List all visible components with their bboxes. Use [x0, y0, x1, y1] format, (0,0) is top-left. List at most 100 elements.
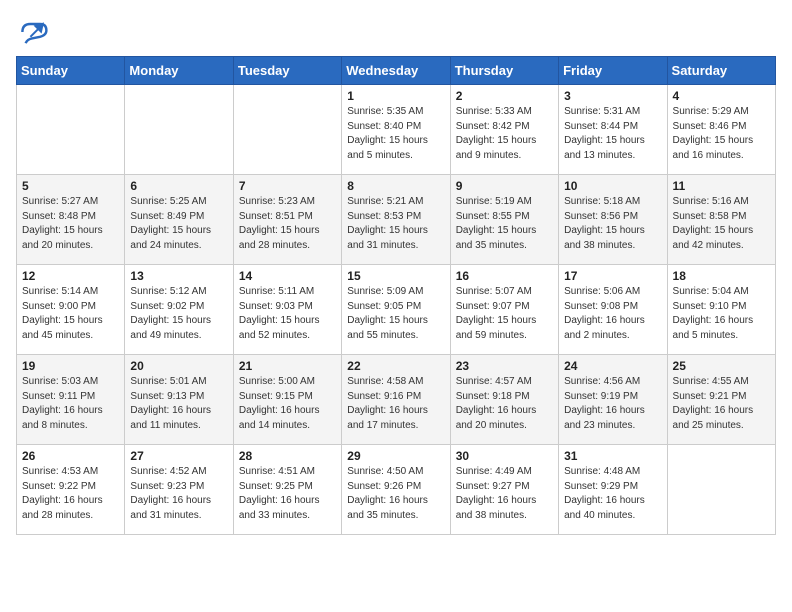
- weekday-header-monday: Monday: [125, 57, 233, 85]
- day-info: Sunrise: 5:09 AM Sunset: 9:05 PM Dayligh…: [347, 285, 444, 343]
- week-row-3: 12 Sunrise: 5:14 AM Sunset: 9:00 PM Dayli…: [17, 265, 776, 355]
- day-number: 19: [22, 359, 119, 373]
- day-number: 5: [22, 179, 119, 193]
- day-info: Sunrise: 4:50 AM Sunset: 9:26 PM Dayligh…: [347, 465, 444, 523]
- day-number: 15: [347, 269, 444, 283]
- day-info: Sunrise: 5:00 AM Sunset: 9:15 PM Dayligh…: [239, 375, 336, 433]
- day-info: Sunrise: 5:23 AM Sunset: 8:51 PM Dayligh…: [239, 195, 336, 253]
- day-info: Sunrise: 5:06 AM Sunset: 9:08 PM Dayligh…: [564, 285, 661, 343]
- day-info: Sunrise: 4:56 AM Sunset: 9:19 PM Dayligh…: [564, 375, 661, 433]
- day-info: Sunrise: 5:16 AM Sunset: 8:58 PM Dayligh…: [673, 195, 770, 253]
- calendar-cell: [233, 85, 341, 175]
- day-number: 18: [673, 269, 770, 283]
- day-number: 30: [456, 449, 553, 463]
- calendar-body: 1Sunrise: 5:35 AM Sunset: 8:40 PM Daylig…: [17, 85, 776, 535]
- calendar-cell: 10Sunrise: 5:18 AM Sunset: 8:56 PM Dayli…: [559, 175, 667, 265]
- calendar-cell: 12 Sunrise: 5:14 AM Sunset: 9:00 PM Dayli…: [17, 265, 125, 355]
- day-info: Sunrise: 5:27 AM Sunset: 8:48 PM Dayligh…: [22, 195, 119, 253]
- day-number: 14: [239, 269, 336, 283]
- day-number: 11: [673, 179, 770, 193]
- calendar-cell: 4 Sunrise: 5:29 AM Sunset: 8:46 PM Daylig…: [667, 85, 775, 175]
- day-number: 2: [456, 89, 553, 103]
- day-number: 21: [239, 359, 336, 373]
- weekday-header-wednesday: Wednesday: [342, 57, 450, 85]
- calendar-cell: 24 Sunrise: 4:56 AM Sunset: 9:19 PM Dayli…: [559, 355, 667, 445]
- day-number: 29: [347, 449, 444, 463]
- calendar-cell: 16 Sunrise: 5:07 AM Sunset: 9:07 PM Dayli…: [450, 265, 558, 355]
- calendar-cell: 9Sunrise: 5:19 AM Sunset: 8:55 PM Daylig…: [450, 175, 558, 265]
- day-info: Sunrise: 5:35 AM Sunset: 8:40 PM Dayligh…: [347, 105, 444, 163]
- calendar-cell: 21 Sunrise: 5:00 AM Sunset: 9:15 PM Dayli…: [233, 355, 341, 445]
- day-info: Sunrise: 5:33 AM Sunset: 8:42 PM Dayligh…: [456, 105, 553, 163]
- calendar-cell: 29 Sunrise: 4:50 AM Sunset: 9:26 PM Dayli…: [342, 445, 450, 535]
- weekday-header-thursday: Thursday: [450, 57, 558, 85]
- calendar-cell: 22 Sunrise: 4:58 AM Sunset: 9:16 PM Dayli…: [342, 355, 450, 445]
- day-number: 8: [347, 179, 444, 193]
- day-number: 7: [239, 179, 336, 193]
- day-number: 13: [130, 269, 227, 283]
- week-row-1: 1Sunrise: 5:35 AM Sunset: 8:40 PM Daylig…: [17, 85, 776, 175]
- day-info: Sunrise: 5:03 AM Sunset: 9:11 PM Dayligh…: [22, 375, 119, 433]
- calendar-cell: 11 Sunrise: 5:16 AM Sunset: 8:58 PM Dayli…: [667, 175, 775, 265]
- day-info: Sunrise: 5:07 AM Sunset: 9:07 PM Dayligh…: [456, 285, 553, 343]
- calendar-cell: 25 Sunrise: 4:55 AM Sunset: 9:21 PM Dayli…: [667, 355, 775, 445]
- day-info: Sunrise: 5:14 AM Sunset: 9:00 PM Dayligh…: [22, 285, 119, 343]
- day-number: 20: [130, 359, 227, 373]
- day-number: 23: [456, 359, 553, 373]
- day-number: 17: [564, 269, 661, 283]
- day-number: 3: [564, 89, 661, 103]
- calendar-cell: 8 Sunrise: 5:21 AM Sunset: 8:53 PM Daylig…: [342, 175, 450, 265]
- calendar-cell: 30 Sunrise: 4:49 AM Sunset: 9:27 PM Dayli…: [450, 445, 558, 535]
- day-info: Sunrise: 5:31 AM Sunset: 8:44 PM Dayligh…: [564, 105, 661, 163]
- calendar-cell: [125, 85, 233, 175]
- weekday-header-saturday: Saturday: [667, 57, 775, 85]
- calendar-cell: 15 Sunrise: 5:09 AM Sunset: 9:05 PM Dayli…: [342, 265, 450, 355]
- day-info: Sunrise: 5:18 AM Sunset: 8:56 PM Dayligh…: [564, 195, 661, 253]
- calendar-cell: 19 Sunrise: 5:03 AM Sunset: 9:11 PM Dayli…: [17, 355, 125, 445]
- week-row-4: 19 Sunrise: 5:03 AM Sunset: 9:11 PM Dayli…: [17, 355, 776, 445]
- day-info: Sunrise: 5:29 AM Sunset: 8:46 PM Dayligh…: [673, 105, 770, 163]
- day-number: 25: [673, 359, 770, 373]
- day-number: 26: [22, 449, 119, 463]
- day-number: 4: [673, 89, 770, 103]
- day-info: Sunrise: 4:57 AM Sunset: 9:18 PM Dayligh…: [456, 375, 553, 433]
- day-number: 27: [130, 449, 227, 463]
- calendar-cell: 2 Sunrise: 5:33 AM Sunset: 8:42 PM Daylig…: [450, 85, 558, 175]
- week-row-5: 26 Sunrise: 4:53 AM Sunset: 9:22 PM Dayli…: [17, 445, 776, 535]
- day-info: Sunrise: 5:11 AM Sunset: 9:03 PM Dayligh…: [239, 285, 336, 343]
- day-info: Sunrise: 4:51 AM Sunset: 9:25 PM Dayligh…: [239, 465, 336, 523]
- day-number: 12: [22, 269, 119, 283]
- calendar-cell: 3 Sunrise: 5:31 AM Sunset: 8:44 PM Daylig…: [559, 85, 667, 175]
- calendar-cell: 27Sunrise: 4:52 AM Sunset: 9:23 PM Dayli…: [125, 445, 233, 535]
- calendar-table: SundayMondayTuesdayWednesdayThursdayFrid…: [16, 56, 776, 535]
- day-number: 28: [239, 449, 336, 463]
- calendar-cell: 18 Sunrise: 5:04 AM Sunset: 9:10 PM Dayli…: [667, 265, 775, 355]
- calendar-cell: 31Sunrise: 4:48 AM Sunset: 9:29 PM Dayli…: [559, 445, 667, 535]
- calendar-cell: 5 Sunrise: 5:27 AM Sunset: 8:48 PM Daylig…: [17, 175, 125, 265]
- page-header: [16, 16, 776, 48]
- day-info: Sunrise: 4:49 AM Sunset: 9:27 PM Dayligh…: [456, 465, 553, 523]
- day-info: Sunrise: 5:21 AM Sunset: 8:53 PM Dayligh…: [347, 195, 444, 253]
- day-number: 24: [564, 359, 661, 373]
- logo: [16, 16, 52, 48]
- day-info: Sunrise: 4:53 AM Sunset: 9:22 PM Dayligh…: [22, 465, 119, 523]
- day-number: 22: [347, 359, 444, 373]
- calendar-cell: [667, 445, 775, 535]
- calendar-cell: 7 Sunrise: 5:23 AM Sunset: 8:51 PM Daylig…: [233, 175, 341, 265]
- weekday-header-sunday: Sunday: [17, 57, 125, 85]
- day-number: 31: [564, 449, 661, 463]
- day-info: Sunrise: 5:19 AM Sunset: 8:55 PM Dayligh…: [456, 195, 553, 253]
- calendar-cell: 28 Sunrise: 4:51 AM Sunset: 9:25 PM Dayli…: [233, 445, 341, 535]
- week-row-2: 5 Sunrise: 5:27 AM Sunset: 8:48 PM Daylig…: [17, 175, 776, 265]
- calendar-cell: 23 Sunrise: 4:57 AM Sunset: 9:18 PM Dayli…: [450, 355, 558, 445]
- calendar-cell: 20Sunrise: 5:01 AM Sunset: 9:13 PM Dayli…: [125, 355, 233, 445]
- day-info: Sunrise: 4:55 AM Sunset: 9:21 PM Dayligh…: [673, 375, 770, 433]
- day-info: Sunrise: 4:58 AM Sunset: 9:16 PM Dayligh…: [347, 375, 444, 433]
- calendar-cell: 26 Sunrise: 4:53 AM Sunset: 9:22 PM Dayli…: [17, 445, 125, 535]
- calendar-cell: 6Sunrise: 5:25 AM Sunset: 8:49 PM Daylig…: [125, 175, 233, 265]
- day-number: 16: [456, 269, 553, 283]
- day-info: Sunrise: 5:04 AM Sunset: 9:10 PM Dayligh…: [673, 285, 770, 343]
- calendar-cell: 14 Sunrise: 5:11 AM Sunset: 9:03 PM Dayli…: [233, 265, 341, 355]
- day-info: Sunrise: 5:25 AM Sunset: 8:49 PM Dayligh…: [130, 195, 227, 253]
- calendar-cell: 1Sunrise: 5:35 AM Sunset: 8:40 PM Daylig…: [342, 85, 450, 175]
